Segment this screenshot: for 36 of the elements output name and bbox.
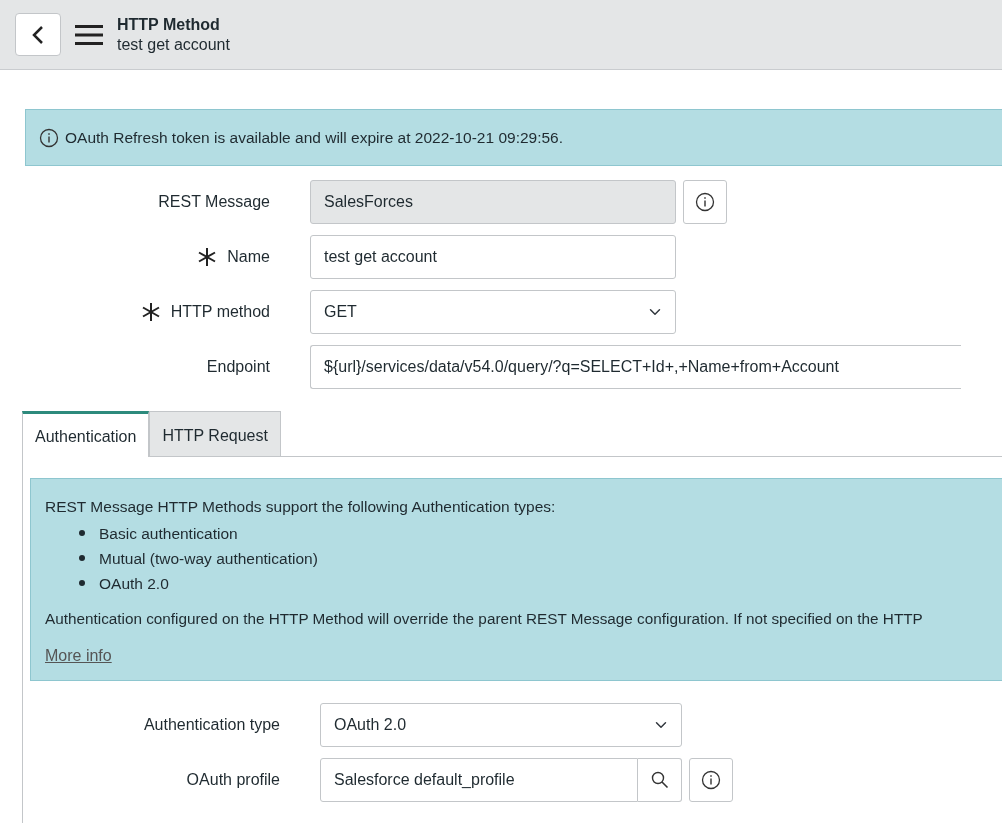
search-button[interactable] (638, 757, 682, 802)
record-subtitle: test get account (117, 34, 230, 54)
field-label: REST Message (158, 191, 270, 212)
tab[interactable]: Authentication (22, 411, 150, 458)
text-field[interactable]: test get account (310, 234, 676, 279)
bullet-icon (79, 555, 85, 561)
bullet-icon (79, 580, 85, 586)
search-icon (650, 770, 669, 789)
list-item: Basic authentication (99, 523, 238, 544)
info-icon (695, 191, 715, 212)
dropdown[interactable]: OAuth 2.0 (320, 702, 682, 747)
alert-text: OAuth Refresh token is available and will expire at 2022-10-21 09:29:56. (65, 128, 564, 148)
field-label: Authentication type (143, 714, 280, 735)
more-info-link[interactable]: More info (45, 647, 112, 665)
info-icon (39, 127, 59, 148)
dropdown[interactable]: GET (310, 289, 676, 334)
info-button[interactable] (689, 757, 733, 802)
field-label: OAuth profile (186, 769, 280, 790)
page-title: HTTP Method (117, 15, 221, 35)
list-item: Mutual (two-way authentication) (99, 548, 318, 569)
text-field[interactable]: SalesForces (310, 179, 676, 224)
back-button[interactable] (15, 13, 61, 56)
list-item: OAuth 2.0 (99, 573, 169, 594)
text-field[interactable]: Salesforce default_profile (320, 757, 638, 802)
tab[interactable]: HTTP Request (149, 411, 281, 457)
info-button[interactable] (683, 179, 727, 224)
text-field[interactable]: ${url}/services/data/v54.0/query/?q=SELECT+Id+,+Name+from+Account (310, 344, 961, 389)
menu-icon[interactable] (75, 23, 103, 46)
info-icon (701, 769, 721, 790)
field-label: Endpoint (206, 356, 270, 377)
info-text: Authentication configured on the HTTP Method will override the parent REST Message configuration. If not specified on the HTTP (45, 608, 924, 629)
field-label: HTTP method (170, 301, 270, 322)
bullet-icon (79, 530, 85, 536)
field-label: Name (227, 246, 270, 267)
info-text: REST Message HTTP Methods support the following Authentication types: (45, 497, 557, 518)
back-icon (31, 24, 45, 45)
